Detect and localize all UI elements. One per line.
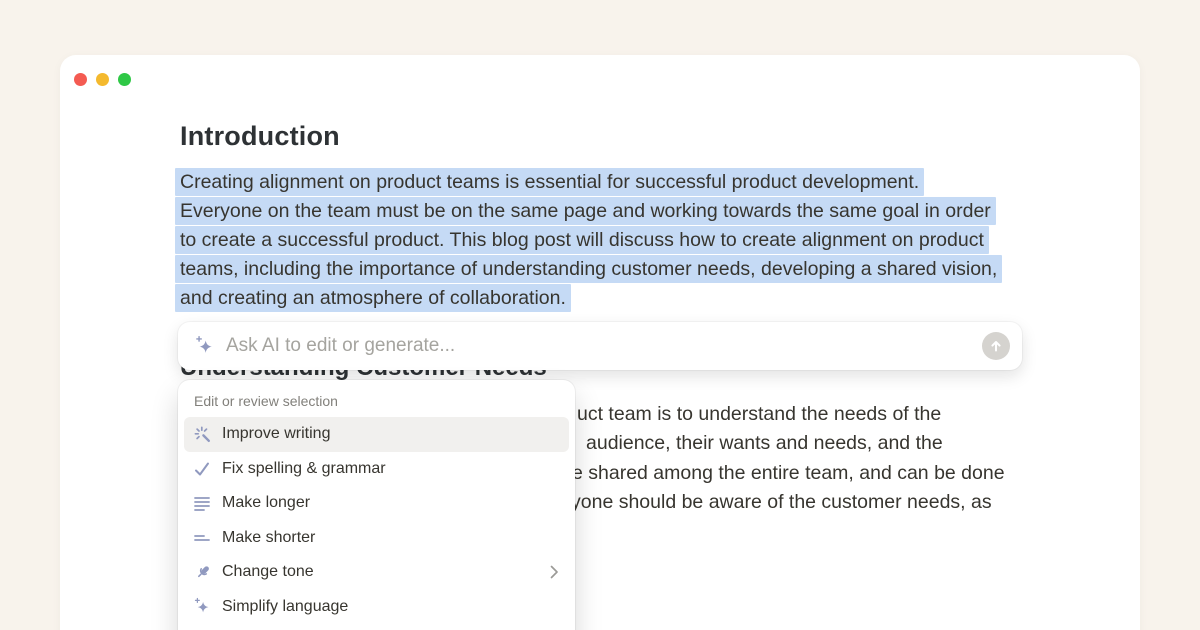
chevron-right-icon — [550, 565, 559, 579]
page-background: Introduction Creating alignment on produ… — [0, 0, 1200, 630]
magic-wand-icon — [192, 424, 212, 444]
selected-text-line[interactable]: and creating an atmosphere of collaborat… — [175, 284, 571, 313]
selected-text-line[interactable]: to create a successful product. This blo… — [175, 226, 989, 255]
menu-item-change-tone[interactable]: Change tone — [184, 555, 569, 590]
ai-sparkle-icon — [194, 335, 216, 357]
window-controls — [74, 73, 131, 86]
ai-command-menu: Edit or review selection Imp — [178, 380, 575, 630]
minimize-button[interactable] — [96, 73, 109, 86]
ai-submit-button[interactable] — [982, 332, 1010, 360]
selected-text-line[interactable]: teams, including the importance of under… — [175, 255, 1002, 284]
zoom-button[interactable] — [118, 73, 131, 86]
sparkle-icon — [192, 597, 212, 617]
menu-item-label: Simplify language — [222, 598, 348, 616]
selected-text-line[interactable]: Creating alignment on product teams is e… — [175, 168, 924, 197]
menu-item-fix-spelling[interactable]: Fix spelling & grammar — [184, 452, 569, 487]
ai-prompt-input[interactable] — [226, 335, 982, 357]
menu-section-header: Edit or review selection — [178, 393, 575, 417]
close-button[interactable] — [74, 73, 87, 86]
document-text-fragment[interactable]: audience, their wants and needs, and the — [586, 433, 943, 454]
app-window: Introduction Creating alignment on produ… — [60, 55, 1140, 630]
microphone-icon — [192, 562, 212, 582]
menu-item-label: Fix spelling & grammar — [222, 460, 386, 478]
menu-item-label: Make longer — [222, 494, 310, 512]
menu-item-improve-writing[interactable]: Improve writing — [184, 417, 569, 452]
check-icon — [192, 459, 212, 479]
document-text-fragment[interactable]: e shared among the entire team, and can … — [572, 463, 1005, 484]
selected-text-line[interactable]: Everyone on the team must be on the same… — [175, 197, 996, 226]
page-title[interactable]: Introduction — [180, 121, 340, 152]
document-text-fragment[interactable]: uct team is to understand the needs of t… — [577, 404, 941, 425]
menu-item-make-longer[interactable]: Make longer — [184, 486, 569, 521]
menu-item-make-shorter[interactable]: Make shorter — [184, 521, 569, 556]
lines-long-icon — [192, 493, 212, 513]
menu-item-label: Make shorter — [222, 529, 315, 547]
document-text-fragment[interactable]: yone should be aware of the customer nee… — [571, 492, 992, 513]
ai-input-bar — [178, 322, 1022, 370]
lines-short-icon — [192, 528, 212, 548]
arrow-up-icon — [989, 339, 1003, 353]
menu-item-label: Improve writing — [222, 425, 330, 443]
menu-item-label: Change tone — [222, 563, 314, 581]
menu-item-simplify-language[interactable]: Simplify language — [184, 590, 569, 625]
